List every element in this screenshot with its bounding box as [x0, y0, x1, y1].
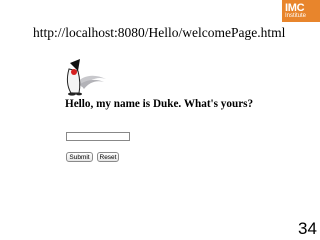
logo-subtitle: Institute [285, 13, 307, 19]
page-url: http://localhost:8080/Hello/welcomePage.… [33, 25, 286, 40]
reset-button[interactable]: Reset [97, 152, 119, 162]
greeting-heading: Hello, my name is Duke. What's yours? [65, 98, 254, 110]
name-input[interactable] [66, 132, 130, 141]
duke-mascot-icon [66, 59, 106, 96]
slide-page-number: 34 [298, 219, 317, 238]
imc-logo: IMC Institute [282, 0, 320, 22]
submit-button[interactable]: Submit [66, 152, 93, 162]
